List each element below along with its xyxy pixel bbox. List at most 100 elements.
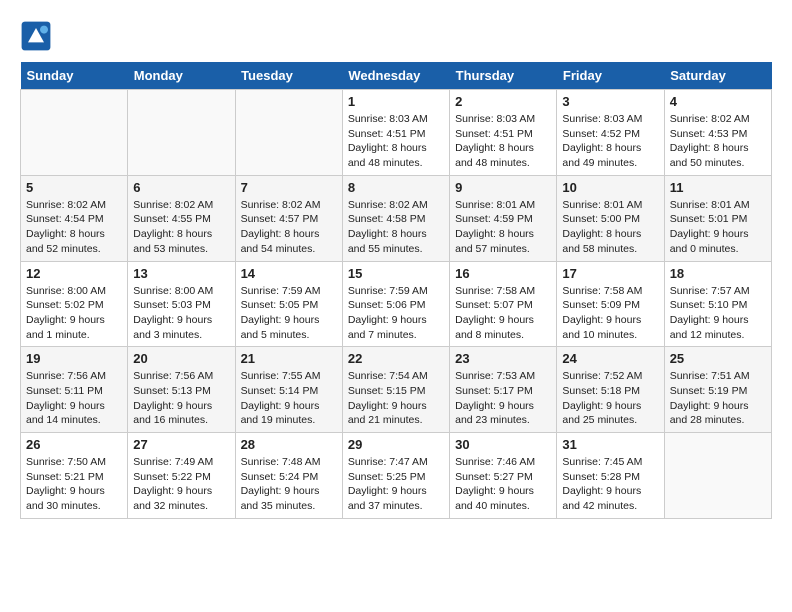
day-info: Sunrise: 7:54 AM Sunset: 5:15 PM Dayligh… <box>348 369 444 428</box>
calendar-cell: 9Sunrise: 8:01 AM Sunset: 4:59 PM Daylig… <box>450 175 557 261</box>
calendar-cell: 13Sunrise: 8:00 AM Sunset: 5:03 PM Dayli… <box>128 261 235 347</box>
day-info: Sunrise: 7:50 AM Sunset: 5:21 PM Dayligh… <box>26 455 122 514</box>
day-info: Sunrise: 7:58 AM Sunset: 5:07 PM Dayligh… <box>455 284 551 343</box>
day-number: 15 <box>348 266 444 281</box>
calendar-cell: 18 Sunrise: 7:57 AM Sunset: 5:10 PM Dayli… <box>664 261 771 347</box>
calendar-cell: 24Sunrise: 7:52 AM Sunset: 5:18 PM Dayli… <box>557 347 664 433</box>
day-info: Sunrise: 8:02 AM Sunset: 4:55 PM Dayligh… <box>133 198 229 257</box>
calendar-cell: 20Sunrise: 7:56 AM Sunset: 5:13 PM Dayli… <box>128 347 235 433</box>
calendar-cell: 23 Sunrise: 7:53 AM Sunset: 5:17 PM Dayli… <box>450 347 557 433</box>
day-info: Sunrise: 8:02 AM Sunset: 4:53 PM Dayligh… <box>670 112 766 171</box>
day-info: Sunrise: 8:03 AM Sunset: 4:51 PM Dayligh… <box>348 112 444 171</box>
day-info: Sunrise: 8:03 AM Sunset: 4:52 PM Dayligh… <box>562 112 658 171</box>
day-number: 8 <box>348 180 444 195</box>
calendar-cell: 14Sunrise: 7:59 AM Sunset: 5:05 PM Dayli… <box>235 261 342 347</box>
day-number: 25 <box>670 351 766 366</box>
day-number: 16 <box>455 266 551 281</box>
day-number: 10 <box>562 180 658 195</box>
day-info: Sunrise: 7:46 AM Sunset: 5:27 PM Dayligh… <box>455 455 551 514</box>
calendar-cell: 2 Sunrise: 8:03 AM Sunset: 4:51 PM Daylig… <box>450 90 557 176</box>
calendar-cell: 25 Sunrise: 7:51 AM Sunset: 5:19 PM Dayli… <box>664 347 771 433</box>
day-info: Sunrise: 7:55 AM Sunset: 5:14 PM Dayligh… <box>241 369 337 428</box>
logo-icon <box>20 20 52 52</box>
calendar-week-5: 26 Sunrise: 7:50 AM Sunset: 5:21 PM Dayli… <box>21 433 772 519</box>
page-header <box>20 20 772 52</box>
day-info: Sunrise: 8:00 AM Sunset: 5:02 PM Dayligh… <box>26 284 122 343</box>
calendar-cell: 5 Sunrise: 8:02 AM Sunset: 4:54 PM Daylig… <box>21 175 128 261</box>
day-info: Sunrise: 7:58 AM Sunset: 5:09 PM Dayligh… <box>562 284 658 343</box>
weekday-header-thursday: Thursday <box>450 62 557 90</box>
day-number: 6 <box>133 180 229 195</box>
day-number: 18 <box>670 266 766 281</box>
day-number: 2 <box>455 94 551 109</box>
calendar-cell: 12 Sunrise: 8:00 AM Sunset: 5:02 PM Dayli… <box>21 261 128 347</box>
calendar-week-2: 5 Sunrise: 8:02 AM Sunset: 4:54 PM Daylig… <box>21 175 772 261</box>
day-info: Sunrise: 8:01 AM Sunset: 5:01 PM Dayligh… <box>670 198 766 257</box>
day-info: Sunrise: 7:47 AM Sunset: 5:25 PM Dayligh… <box>348 455 444 514</box>
calendar-cell <box>235 90 342 176</box>
day-info: Sunrise: 8:02 AM Sunset: 4:54 PM Dayligh… <box>26 198 122 257</box>
weekday-header-sunday: Sunday <box>21 62 128 90</box>
day-number: 26 <box>26 437 122 452</box>
calendar-week-4: 19 Sunrise: 7:56 AM Sunset: 5:11 PM Dayli… <box>21 347 772 433</box>
day-number: 22 <box>348 351 444 366</box>
day-info: Sunrise: 8:02 AM Sunset: 4:57 PM Dayligh… <box>241 198 337 257</box>
day-info: Sunrise: 8:01 AM Sunset: 5:00 PM Dayligh… <box>562 198 658 257</box>
day-info: Sunrise: 7:56 AM Sunset: 5:13 PM Dayligh… <box>133 369 229 428</box>
day-number: 31 <box>562 437 658 452</box>
calendar-cell: 10 Sunrise: 8:01 AM Sunset: 5:00 PM Dayli… <box>557 175 664 261</box>
day-info: Sunrise: 7:49 AM Sunset: 5:22 PM Dayligh… <box>133 455 229 514</box>
calendar-cell: 7 Sunrise: 8:02 AM Sunset: 4:57 PM Daylig… <box>235 175 342 261</box>
day-info: Sunrise: 7:59 AM Sunset: 5:05 PM Dayligh… <box>241 284 337 343</box>
calendar-week-3: 12 Sunrise: 8:00 AM Sunset: 5:02 PM Dayli… <box>21 261 772 347</box>
weekday-header-saturday: Saturday <box>664 62 771 90</box>
day-info: Sunrise: 7:53 AM Sunset: 5:17 PM Dayligh… <box>455 369 551 428</box>
day-number: 5 <box>26 180 122 195</box>
day-number: 1 <box>348 94 444 109</box>
calendar-cell: 1 Sunrise: 8:03 AM Sunset: 4:51 PM Daylig… <box>342 90 449 176</box>
day-number: 23 <box>455 351 551 366</box>
day-number: 24 <box>562 351 658 366</box>
calendar-header: SundayMondayTuesdayWednesdayThursdayFrid… <box>21 62 772 90</box>
day-info: Sunrise: 7:59 AM Sunset: 5:06 PM Dayligh… <box>348 284 444 343</box>
calendar-cell: 28Sunrise: 7:48 AM Sunset: 5:24 PM Dayli… <box>235 433 342 519</box>
calendar-cell: 31Sunrise: 7:45 AM Sunset: 5:28 PM Dayli… <box>557 433 664 519</box>
calendar-week-1: 1 Sunrise: 8:03 AM Sunset: 4:51 PM Daylig… <box>21 90 772 176</box>
day-info: Sunrise: 7:51 AM Sunset: 5:19 PM Dayligh… <box>670 369 766 428</box>
calendar-cell <box>21 90 128 176</box>
day-number: 9 <box>455 180 551 195</box>
day-number: 21 <box>241 351 337 366</box>
day-info: Sunrise: 7:57 AM Sunset: 5:10 PM Dayligh… <box>670 284 766 343</box>
day-number: 3 <box>562 94 658 109</box>
calendar-cell: 29 Sunrise: 7:47 AM Sunset: 5:25 PM Dayli… <box>342 433 449 519</box>
day-number: 19 <box>26 351 122 366</box>
calendar-cell: 17Sunrise: 7:58 AM Sunset: 5:09 PM Dayli… <box>557 261 664 347</box>
calendar-cell: 27 Sunrise: 7:49 AM Sunset: 5:22 PM Dayli… <box>128 433 235 519</box>
day-info: Sunrise: 7:56 AM Sunset: 5:11 PM Dayligh… <box>26 369 122 428</box>
day-number: 7 <box>241 180 337 195</box>
day-info: Sunrise: 8:03 AM Sunset: 4:51 PM Dayligh… <box>455 112 551 171</box>
calendar-cell: 15 Sunrise: 7:59 AM Sunset: 5:06 PM Dayli… <box>342 261 449 347</box>
weekday-row: SundayMondayTuesdayWednesdayThursdayFrid… <box>21 62 772 90</box>
calendar-table: SundayMondayTuesdayWednesdayThursdayFrid… <box>20 62 772 519</box>
calendar-cell: 8Sunrise: 8:02 AM Sunset: 4:58 PM Daylig… <box>342 175 449 261</box>
weekday-header-monday: Monday <box>128 62 235 90</box>
calendar-cell: 3 Sunrise: 8:03 AM Sunset: 4:52 PM Daylig… <box>557 90 664 176</box>
calendar-cell <box>128 90 235 176</box>
day-number: 29 <box>348 437 444 452</box>
calendar-cell <box>664 433 771 519</box>
calendar-cell: 4Sunrise: 8:02 AM Sunset: 4:53 PM Daylig… <box>664 90 771 176</box>
day-number: 13 <box>133 266 229 281</box>
calendar-cell: 6 Sunrise: 8:02 AM Sunset: 4:55 PM Daylig… <box>128 175 235 261</box>
calendar-cell: 21 Sunrise: 7:55 AM Sunset: 5:14 PM Dayli… <box>235 347 342 433</box>
weekday-header-friday: Friday <box>557 62 664 90</box>
weekday-header-wednesday: Wednesday <box>342 62 449 90</box>
calendar-cell: 26 Sunrise: 7:50 AM Sunset: 5:21 PM Dayli… <box>21 433 128 519</box>
day-number: 12 <box>26 266 122 281</box>
day-number: 30 <box>455 437 551 452</box>
calendar-cell: 19 Sunrise: 7:56 AM Sunset: 5:11 PM Dayli… <box>21 347 128 433</box>
calendar-cell: 30 Sunrise: 7:46 AM Sunset: 5:27 PM Dayli… <box>450 433 557 519</box>
day-number: 27 <box>133 437 229 452</box>
logo <box>20 20 56 52</box>
calendar-body: 1 Sunrise: 8:03 AM Sunset: 4:51 PM Daylig… <box>21 90 772 519</box>
